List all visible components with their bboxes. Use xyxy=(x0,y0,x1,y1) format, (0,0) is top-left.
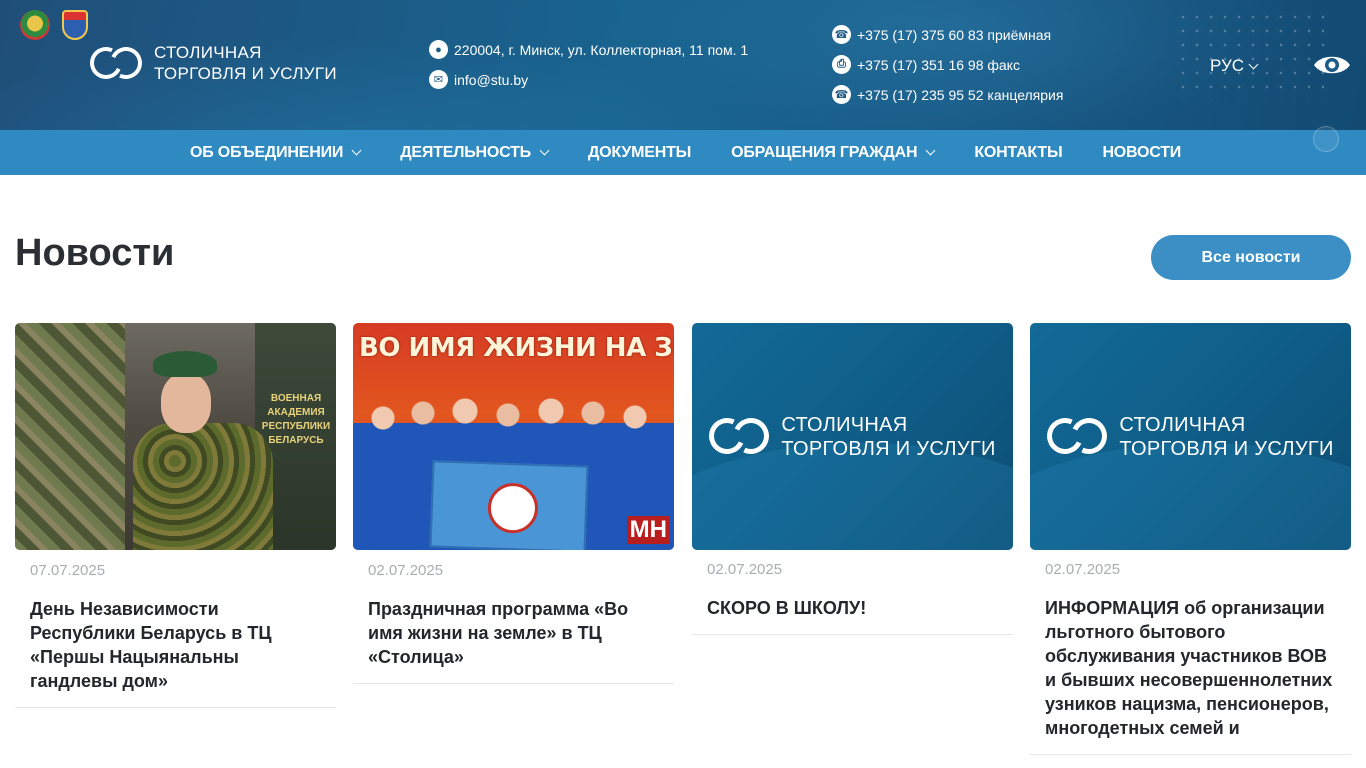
news-card-image[interactable]: СТОЛИЧНАЯ ТОРГОВЛЯ И УСЛУГИ xyxy=(692,323,1013,550)
phone-text[interactable]: +375 (17) 375 60 83 приёмная xyxy=(857,27,1051,43)
address-row: ● 220004, г. Минск, ул. Коллекторная, 11… xyxy=(429,40,748,59)
nav-item-label: КОНТАКТЫ xyxy=(974,143,1063,161)
phone-text[interactable]: +375 (17) 351 16 98 факс xyxy=(857,57,1020,73)
news-title-link[interactable]: СКОРО В ШКОЛУ! xyxy=(692,596,1013,635)
phone-row-reception[interactable]: ☎ +375 (17) 375 60 83 приёмная xyxy=(832,25,1051,44)
logo-rings-icon xyxy=(1042,412,1113,460)
belarus-emblem-icon[interactable] xyxy=(20,10,50,40)
nav-item-citizen-appeals[interactable]: ОБРАЩЕНИЯ ГРАЖДАН xyxy=(731,143,936,162)
tile-logo-text: СТОЛИЧНАЯ ТОРГОВЛЯ И УСЛУГИ xyxy=(1119,413,1333,461)
language-selector[interactable]: РУС xyxy=(1210,56,1259,76)
phone-row-fax[interactable]: ⎙ +375 (17) 351 16 98 факс xyxy=(832,55,1020,74)
tile-logo-line-2: ТОРГОВЛЯ И УСЛУГИ xyxy=(781,437,996,460)
soldier-figure xyxy=(15,323,125,550)
logo-line-2: ТОРГОВЛЯ И УСЛУГИ xyxy=(154,64,337,83)
nav-item-label: НОВОСТИ xyxy=(1102,143,1182,161)
main-navigation: ОБ ОБЪЕДИНЕНИИ ДЕЯТЕЛЬНОСТЬ ДОКУМЕНТЫ ОБ… xyxy=(0,130,1366,175)
media-badge: МН xyxy=(626,516,670,544)
nav-item-label: ДЕЯТЕЛЬНОСТЬ xyxy=(400,143,531,161)
tile-logo-line-1: СТОЛИЧНАЯ xyxy=(1119,413,1246,436)
email-row[interactable]: ✉ info@stu.by xyxy=(429,70,528,89)
tile-logo-text: СТОЛИЧНАЯ ТОРГОВЛЯ И УСЛУГИ xyxy=(781,413,995,461)
child-face xyxy=(161,373,211,433)
child-cap xyxy=(153,351,217,377)
flag-graphic xyxy=(429,460,589,550)
news-date: 02.07.2025 xyxy=(1045,561,1121,578)
news-date: 02.07.2025 xyxy=(368,562,444,579)
phone-text[interactable]: +375 (17) 235 95 52 канцелярия xyxy=(857,87,1063,103)
child-figure xyxy=(133,423,273,550)
header-dots-pattern xyxy=(1176,10,1326,100)
logo-rings-icon xyxy=(704,412,775,460)
fax-icon: ⎙ xyxy=(832,55,851,74)
envelope-icon: ✉ xyxy=(429,70,448,89)
chevron-down-icon xyxy=(1248,59,1259,69)
news-title-link[interactable]: Праздничная программа «Во имя жизни на з… xyxy=(353,597,674,684)
scroll-indicator-icon xyxy=(1313,126,1339,152)
nav-item-label: ДОКУМЕНТЫ xyxy=(587,143,692,161)
tile-logo-line-1: СТОЛИЧНАЯ xyxy=(781,413,908,436)
news-card[interactable]: ВО ИМЯ ЖИЗНИ НА ЗЕМ МН 02.07.2025 Праздн… xyxy=(353,323,674,684)
page-title: Новости xyxy=(15,232,175,274)
chevron-down-icon xyxy=(925,145,936,156)
news-title-link[interactable]: ИНФОРМАЦИЯ об организации льготного быто… xyxy=(1030,596,1351,755)
all-news-button[interactable]: Все новости xyxy=(1151,235,1351,280)
tile-logo: СТОЛИЧНАЯ ТОРГОВЛЯ И УСЛУГИ xyxy=(704,412,995,461)
news-card-image[interactable]: СТОЛИЧНАЯ ТОРГОВЛЯ И УСЛУГИ xyxy=(1030,323,1351,550)
nav-item-activity[interactable]: ДЕЯТЕЛЬНОСТЬ xyxy=(400,143,550,162)
email-link[interactable]: info@stu.by xyxy=(454,72,528,88)
news-title-link[interactable]: День Независимости Республики Беларусь в… xyxy=(15,597,336,708)
location-pin-icon: ● xyxy=(429,40,448,59)
logo-line-1: СТОЛИЧНАЯ xyxy=(154,43,262,62)
phone-icon: ☎ xyxy=(832,85,851,104)
image-banner-text: ВО ИМЯ ЖИЗНИ НА ЗЕМ xyxy=(359,333,674,363)
nav-list: ОБ ОБЪЕДИНЕНИИ ДЕЯТЕЛЬНОСТЬ ДОКУМЕНТЫ ОБ… xyxy=(190,130,1221,175)
tile-logo: СТОЛИЧНАЯ ТОРГОВЛЯ И УСЛУГИ xyxy=(1042,412,1333,461)
news-card[interactable]: ВОЕННАЯ АКАДЕМИЯ РЕСПУБЛИКИ БЕЛАРУСЬ 07.… xyxy=(15,323,336,708)
site-header: СТОЛИЧНАЯ ТОРГОВЛЯ И УСЛУГИ ● 220004, г.… xyxy=(0,0,1366,130)
logo-text: СТОЛИЧНАЯ ТОРГОВЛЯ И УСЛУГИ xyxy=(154,42,337,84)
nav-item-label: ОБРАЩЕНИЯ ГРАЖДАН xyxy=(731,143,918,161)
chevron-down-icon xyxy=(539,145,550,156)
nav-item-label: ОБ ОБЪЕДИНЕНИИ xyxy=(190,143,344,161)
logo-rings-icon xyxy=(85,42,147,84)
site-logo[interactable]: СТОЛИЧНАЯ ТОРГОВЛЯ И УСЛУГИ xyxy=(85,42,337,84)
news-card-image[interactable]: ВОЕННАЯ АКАДЕМИЯ РЕСПУБЛИКИ БЕЛАРУСЬ xyxy=(15,323,336,550)
address-text: 220004, г. Минск, ул. Коллекторная, 11 п… xyxy=(454,41,749,58)
news-card[interactable]: СТОЛИЧНАЯ ТОРГОВЛЯ И УСЛУГИ 02.07.2025 С… xyxy=(692,323,1013,635)
eye-icon[interactable] xyxy=(1313,52,1351,78)
tile-logo-line-2: ТОРГОВЛЯ И УСЛУГИ xyxy=(1119,437,1334,460)
nav-item-news[interactable]: НОВОСТИ xyxy=(1102,144,1181,162)
chevron-down-icon xyxy=(351,145,362,156)
phone-row-office[interactable]: ☎ +375 (17) 235 95 52 канцелярия xyxy=(832,85,1063,104)
news-card-image[interactable]: ВО ИМЯ ЖИЗНИ НА ЗЕМ МН xyxy=(353,323,674,550)
nav-item-contacts[interactable]: КОНТАКТЫ xyxy=(974,144,1062,162)
news-date: 07.07.2025 xyxy=(30,562,106,579)
nav-item-documents[interactable]: ДОКУМЕНТЫ xyxy=(588,144,691,162)
news-card[interactable]: СТОЛИЧНАЯ ТОРГОВЛЯ И УСЛУГИ 02.07.2025 И… xyxy=(1030,323,1351,755)
news-date: 02.07.2025 xyxy=(707,561,783,578)
minsk-coat-of-arms-icon[interactable] xyxy=(62,10,88,40)
phone-icon: ☎ xyxy=(832,25,851,44)
flag-emblem-icon xyxy=(487,482,539,534)
language-label: РУС xyxy=(1210,56,1245,75)
nav-item-about[interactable]: ОБ ОБЪЕДИНЕНИИ xyxy=(190,143,362,162)
